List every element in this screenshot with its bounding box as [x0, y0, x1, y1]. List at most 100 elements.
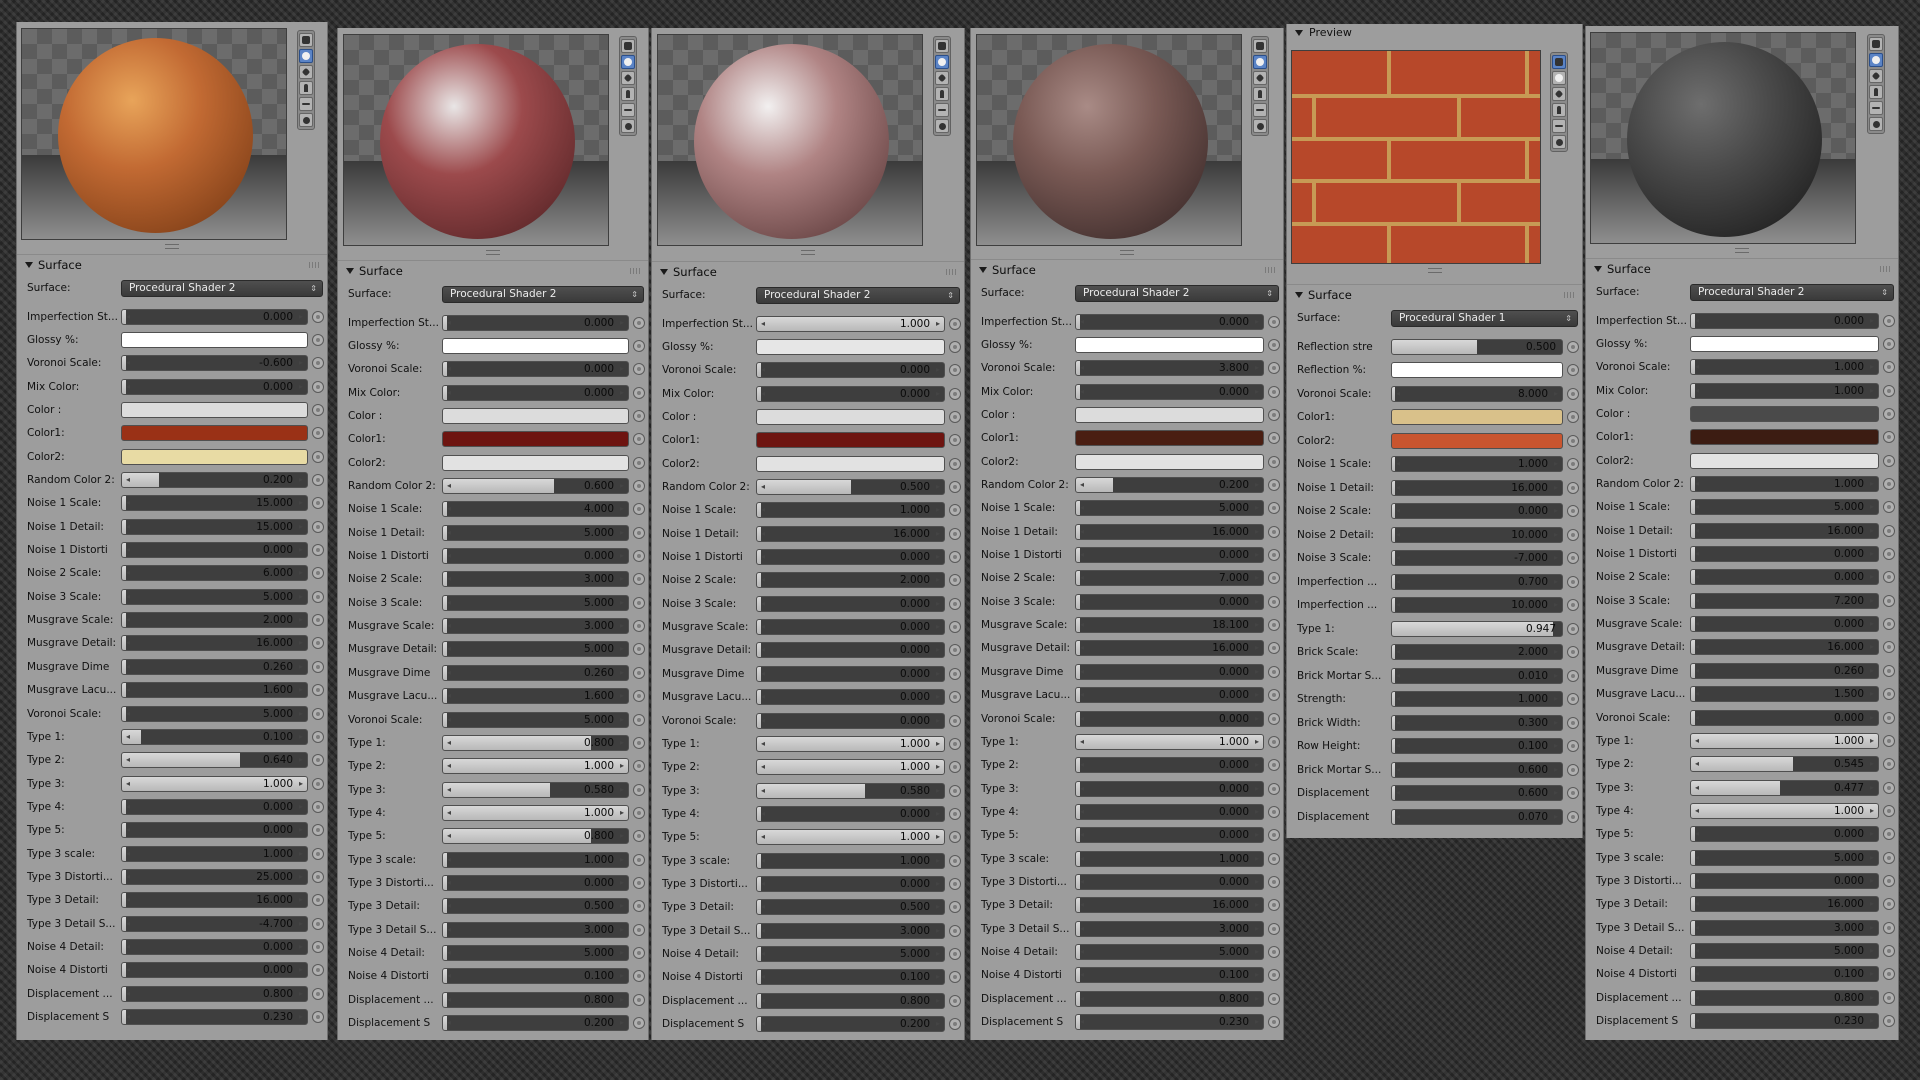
decrement-arrow-icon[interactable]: ◂	[1396, 669, 1400, 683]
keyframe-dot-icon[interactable]	[1883, 524, 1895, 537]
decrement-arrow-icon[interactable]: ◂	[761, 924, 765, 938]
number-field[interactable]: ◂ ▸ 15.000	[121, 495, 308, 512]
keyframe-dot-icon[interactable]	[312, 707, 324, 720]
increment-arrow-icon[interactable]: ▸	[936, 947, 940, 961]
hair-preview-button[interactable]	[621, 103, 635, 117]
increment-arrow-icon[interactable]: ▸	[936, 737, 940, 751]
increment-arrow-icon[interactable]: ▸	[1870, 570, 1874, 584]
decrement-arrow-icon[interactable]: ◂	[761, 387, 765, 401]
number-field[interactable]: ◂ ▸ 8.000	[1391, 385, 1563, 402]
color-swatch[interactable]	[1075, 337, 1264, 354]
increment-arrow-icon[interactable]: ▸	[299, 473, 303, 487]
decrement-arrow-icon[interactable]: ◂	[761, 1017, 765, 1031]
keyframe-dot-icon[interactable]	[949, 481, 961, 494]
increment-arrow-icon[interactable]: ▸	[299, 963, 303, 977]
surface-shader-dropdown[interactable]: Procedural Shader 2 ⇕	[121, 279, 323, 297]
keyframe-dot-icon[interactable]	[312, 894, 324, 907]
keyframe-dot-icon[interactable]	[633, 410, 645, 423]
flat-preview-button[interactable]	[935, 39, 949, 53]
keyframe-dot-icon[interactable]	[312, 987, 324, 1000]
keyframe-dot-icon[interactable]	[949, 924, 961, 937]
number-field[interactable]: ◂ ▸ 2.000	[756, 572, 945, 589]
keyframe-dot-icon[interactable]	[633, 760, 645, 773]
decrement-arrow-icon[interactable]: ◂	[447, 316, 451, 330]
decrement-arrow-icon[interactable]: ◂	[1080, 828, 1084, 842]
keyframe-dot-icon[interactable]	[949, 551, 961, 564]
number-field[interactable]: ◂ ▸ 0.000	[121, 308, 308, 325]
keyframe-dot-icon[interactable]	[949, 434, 961, 447]
keyframe-dot-icon[interactable]	[1268, 572, 1280, 585]
number-field[interactable]: ◂ ▸ 0.000	[1075, 873, 1264, 890]
number-field[interactable]: ◂ ▸ 0.000	[121, 798, 308, 815]
increment-arrow-icon[interactable]: ▸	[936, 854, 940, 868]
increment-arrow-icon[interactable]: ▸	[1870, 594, 1874, 608]
number-field[interactable]: ◂ ▸ 0.477	[1690, 779, 1879, 796]
increment-arrow-icon[interactable]: ▸	[1870, 851, 1874, 865]
keyframe-dot-icon[interactable]	[312, 800, 324, 813]
keyframe-dot-icon[interactable]	[1883, 618, 1895, 631]
increment-arrow-icon[interactable]: ▸	[1870, 827, 1874, 841]
number-field[interactable]: ◂ ▸ 3.800	[1075, 360, 1264, 377]
keyframe-dot-icon[interactable]	[633, 923, 645, 936]
number-field[interactable]: ◂ ▸ 0.230	[1075, 1013, 1264, 1030]
number-field[interactable]: ◂ ▸ 0.000	[1075, 803, 1264, 820]
decrement-arrow-icon[interactable]: ◂	[1695, 477, 1699, 491]
number-field[interactable]: ◂ ▸ 0.000	[1075, 593, 1264, 610]
decrement-arrow-icon[interactable]: ◂	[126, 496, 130, 510]
keyframe-dot-icon[interactable]	[949, 947, 961, 960]
keyframe-dot-icon[interactable]	[633, 713, 645, 726]
keyframe-dot-icon[interactable]	[633, 456, 645, 469]
increment-arrow-icon[interactable]: ▸	[1255, 571, 1259, 585]
color-swatch[interactable]	[1690, 336, 1879, 353]
keyframe-dot-icon[interactable]	[1268, 409, 1280, 422]
decrement-arrow-icon[interactable]: ◂	[447, 572, 451, 586]
decrement-arrow-icon[interactable]: ◂	[761, 620, 765, 634]
color-swatch[interactable]	[121, 402, 308, 419]
decrement-arrow-icon[interactable]: ◂	[1080, 782, 1084, 796]
decrement-arrow-icon[interactable]: ◂	[761, 737, 765, 751]
number-field[interactable]: ◂ ▸ 1.000	[756, 315, 945, 332]
number-field[interactable]: ◂ ▸ 0.500	[756, 899, 945, 916]
keyframe-dot-icon[interactable]	[633, 853, 645, 866]
color-swatch[interactable]	[1075, 453, 1264, 470]
increment-arrow-icon[interactable]: ▸	[936, 924, 940, 938]
increment-arrow-icon[interactable]: ▸	[936, 527, 940, 541]
increment-arrow-icon[interactable]: ▸	[1870, 734, 1874, 748]
keyframe-dot-icon[interactable]	[633, 783, 645, 796]
number-field[interactable]: ◂ ▸ 0.000	[1075, 687, 1264, 704]
increment-arrow-icon[interactable]: ▸	[620, 923, 624, 937]
decrement-arrow-icon[interactable]: ◂	[1695, 874, 1699, 888]
number-field[interactable]: ◂ ▸ 0.010	[1391, 667, 1563, 684]
flat-preview-button[interactable]	[299, 33, 313, 47]
number-field[interactable]: ◂ ▸ 18.100	[1075, 617, 1264, 634]
keyframe-dot-icon[interactable]	[633, 480, 645, 493]
increment-arrow-icon[interactable]: ▸	[1255, 712, 1259, 726]
increment-arrow-icon[interactable]: ▸	[299, 590, 303, 604]
number-field[interactable]: ◂ ▸ 0.000	[1075, 710, 1264, 727]
keyframe-dot-icon[interactable]	[633, 503, 645, 516]
decrement-arrow-icon[interactable]: ◂	[761, 317, 765, 331]
decrement-arrow-icon[interactable]: ◂	[1080, 525, 1084, 539]
increment-arrow-icon[interactable]: ▸	[1870, 617, 1874, 631]
number-field[interactable]: ◂ ▸ -7.000	[1391, 550, 1563, 567]
increment-arrow-icon[interactable]: ▸	[299, 940, 303, 954]
number-field[interactable]: ◂ ▸ 15.000	[121, 518, 308, 535]
monkey-preview-button[interactable]	[621, 87, 635, 101]
number-field[interactable]: ◂ ▸ 0.600	[1391, 761, 1563, 778]
decrement-arrow-icon[interactable]: ◂	[1695, 664, 1699, 678]
cube-preview-button[interactable]	[1552, 87, 1566, 101]
decrement-arrow-icon[interactable]: ◂	[1396, 528, 1400, 542]
decrement-arrow-icon[interactable]: ◂	[761, 714, 765, 728]
surface-section-header[interactable]: Surface	[1586, 258, 1898, 279]
sphere-preview-button[interactable]	[299, 49, 313, 63]
increment-arrow-icon[interactable]: ▸	[1554, 739, 1558, 753]
decrement-arrow-icon[interactable]: ◂	[1695, 594, 1699, 608]
decrement-arrow-icon[interactable]: ◂	[126, 473, 130, 487]
keyframe-dot-icon[interactable]	[1268, 385, 1280, 398]
number-field[interactable]: ◂ ▸ 0.000	[442, 384, 629, 401]
increment-arrow-icon[interactable]: ▸	[1554, 716, 1558, 730]
increment-arrow-icon[interactable]: ▸	[1255, 665, 1259, 679]
number-field[interactable]: ◂ ▸ 0.800	[756, 992, 945, 1009]
number-field[interactable]: ◂ ▸ 0.000	[121, 962, 308, 979]
keyframe-dot-icon[interactable]	[1268, 992, 1280, 1005]
